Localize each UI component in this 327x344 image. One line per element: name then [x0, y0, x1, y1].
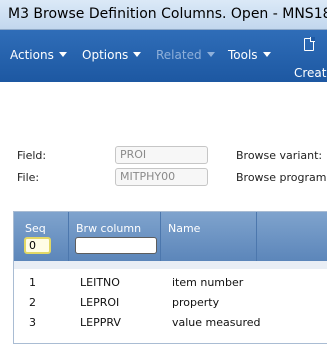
create-button[interactable]: Create — [292, 34, 327, 80]
row-seq: 3 — [29, 316, 36, 329]
related-menu-label: Related — [156, 48, 202, 62]
caret-down-icon — [206, 52, 215, 57]
column-header-name[interactable]: Name — [168, 222, 200, 235]
row-column: LEPROI — [80, 296, 120, 309]
browse-definition-window: M3 Browse Definition Columns. Open - MNS… — [0, 0, 327, 344]
tools-menu-label: Tools — [228, 48, 258, 62]
row-seq: 2 — [29, 296, 36, 309]
create-button-label: Create — [294, 66, 327, 80]
column-separator[interactable] — [160, 212, 161, 261]
options-menu-label: Options — [82, 48, 129, 62]
caret-down-icon — [58, 52, 67, 57]
document-icon — [304, 37, 315, 51]
field-label: Field: — [17, 149, 47, 162]
row-name: item number — [172, 276, 244, 289]
toolbar: Actions Options Related Tools Create — [0, 30, 327, 82]
column-header-brw-column[interactable]: Brw column — [76, 222, 141, 235]
grid-header-divider — [14, 261, 327, 269]
row-seq: 1 — [29, 276, 36, 289]
table-row[interactable]: 3 LEPPRV value measured — [14, 313, 327, 333]
related-menu[interactable]: Related — [156, 48, 215, 62]
window-title: M3 Browse Definition Columns. Open - MNS… — [8, 6, 327, 22]
column-header-seq[interactable]: Seq — [25, 222, 46, 235]
grid-header: Seq Brw column Name 0 — [14, 212, 327, 261]
browse-variant-label: Browse variant: — [236, 149, 323, 162]
caret-down-icon — [262, 52, 271, 57]
field-value-input[interactable]: PROI — [115, 146, 208, 164]
seq-filter-input[interactable]: 0 — [24, 237, 51, 254]
actions-menu-label: Actions — [10, 48, 54, 62]
caret-down-icon — [133, 52, 142, 57]
actions-menu[interactable]: Actions — [10, 48, 67, 62]
table-row[interactable]: 1 LEITNO item number — [14, 273, 327, 293]
row-name: property — [172, 296, 220, 309]
columns-grid: Seq Brw column Name 0 1 LEITNO item numb… — [13, 211, 327, 344]
file-value-input[interactable]: MITPHY00 — [115, 168, 208, 186]
options-menu[interactable]: Options — [82, 48, 142, 62]
row-name: value measured — [172, 316, 261, 329]
tools-menu[interactable]: Tools — [228, 48, 271, 62]
file-label: File: — [17, 171, 40, 184]
row-column: LEPPRV — [80, 316, 121, 329]
browse-program-label: Browse program: — [236, 171, 327, 184]
brw-column-filter-input[interactable] — [75, 237, 157, 254]
table-row[interactable]: 2 LEPROI property — [14, 293, 327, 313]
column-separator[interactable] — [68, 212, 69, 261]
column-separator[interactable] — [256, 212, 257, 261]
title-bar: M3 Browse Definition Columns. Open - MNS… — [0, 0, 327, 30]
row-column: LEITNO — [80, 276, 120, 289]
